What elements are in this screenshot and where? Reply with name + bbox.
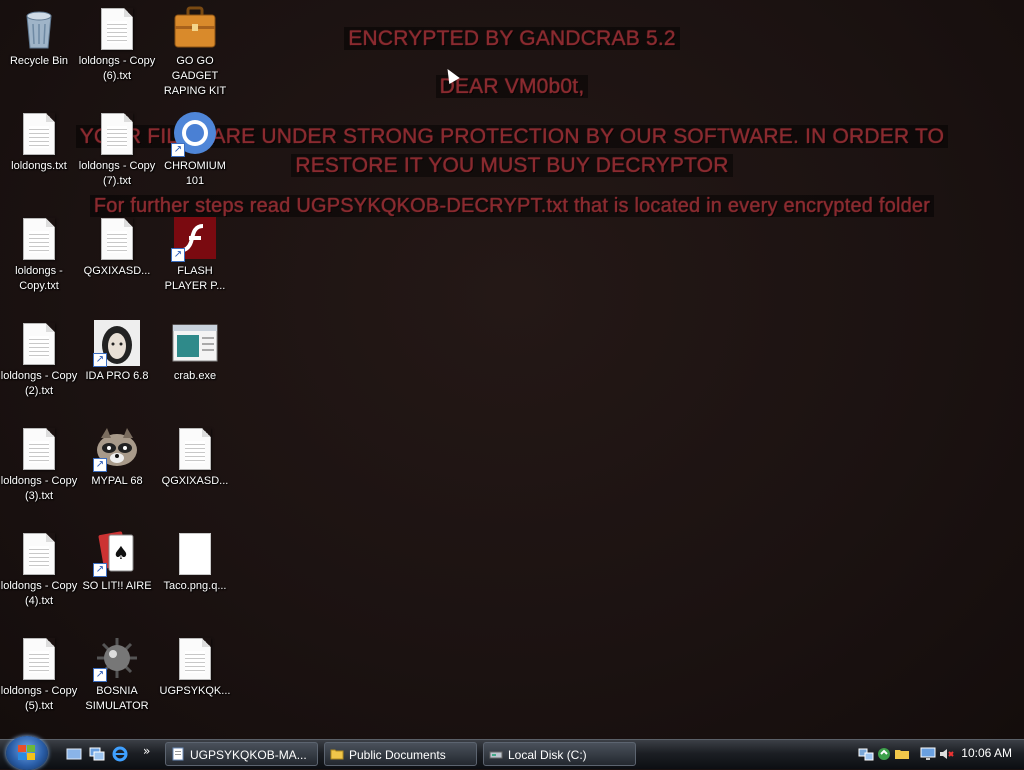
file-loldongs-copy-2[interactable]: loldongs - Copy (2).txt [0,315,78,399]
ida-pro-icon: ↗ [93,319,141,367]
file-label: QGXIXASD... [161,475,229,487]
shortcut-arrow-icon: ↗ [171,248,185,262]
file-label: loldongs - Copy (4).txt [0,580,78,607]
network-icon[interactable] [858,746,874,762]
file-label: loldongs - Copy (6).txt [78,55,156,82]
blank-file-icon [171,529,219,577]
text-file-icon [93,4,141,52]
file-loldongs-copy-4[interactable]: loldongs - Copy (4).txt [0,525,78,609]
recycle-bin-shortcut[interactable]: Recycle Bin [0,0,78,69]
ransom-message-line2: RESTORE IT YOU MUST BUY DECRYPTOR [291,154,733,177]
mine-icon: ↗ [93,634,141,682]
shortcut-arrow-icon: ↗ [93,353,107,367]
application-window-icon [171,319,219,367]
shortcut-arrow-icon: ↗ [93,563,107,577]
file-loldongs-copy-5[interactable]: loldongs - Copy (5).txt [0,630,78,714]
mypal-shortcut[interactable]: ↗ MYPAL 68 [78,420,156,489]
bosnia-simulator-shortcut[interactable]: ↗ BOSNIA SIMULATOR [78,630,156,714]
internet-explorer-icon[interactable] [112,746,128,762]
taskbar-button-label: Local Disk (C:) [508,748,587,762]
taskbar-button-local-disk[interactable]: Local Disk (C:) [483,742,636,766]
quick-launch-more-button[interactable]: » [143,744,150,758]
file-label: loldongs.txt [11,160,67,172]
show-desktop-icon[interactable] [66,746,82,762]
file-label: loldongs - Copy (3).txt [0,475,78,502]
bosnia-simulator-label: BOSNIA SIMULATOR [85,685,149,712]
recycle-bin-label: Recycle Bin [9,55,69,67]
text-file-icon [15,109,63,157]
flash-icon: ↗ [171,214,219,262]
gogo-gadget-folder[interactable]: GO GO GADGET RAPING KIT [156,0,234,99]
taskbar-button-label: Public Documents [349,748,446,762]
shortcut-arrow-icon: ↗ [171,143,185,157]
start-button[interactable] [6,736,48,770]
raccoon-icon: ↗ [93,424,141,472]
flash-player-label: FLASH PLAYER P... [164,265,226,292]
file-qgxixasd-2[interactable]: QGXIXASD... [156,420,234,489]
drive-icon [489,751,503,759]
text-file-icon [93,109,141,157]
volume-muted-icon[interactable] [938,746,954,762]
sync-icon[interactable] [876,746,892,762]
file-label: loldongs - Copy (2).txt [0,370,78,397]
taskbar-button-notepad[interactable]: UGPSYKQKOB-MA... [165,742,318,766]
svg-text:♠: ♠ [113,543,129,564]
taskbar: » UGPSYKQKOB-MA... Public Documents Loca… [0,736,1024,770]
chromium-shortcut[interactable]: ↗ CHROMIUM 101 [156,105,234,189]
file-label: loldongs - Copy (7).txt [78,160,156,187]
file-loldongs[interactable]: loldongs.txt [0,105,78,174]
file-label: Taco.png.q... [163,580,227,592]
text-file-icon [171,424,219,472]
monitor-icon[interactable] [920,746,936,762]
crab-exe[interactable]: crab.exe [156,315,234,384]
playing-cards-icon: ♠ ↗ [93,529,141,577]
desktop[interactable]: ENCRYPTED BY GANDCRAB 5.2 DEAR VM0b0t, Y… [0,0,1024,739]
solitaire-shortcut[interactable]: ♠ ↗ SO LIT!! AIRE [78,525,156,594]
file-loldongs-copy-6[interactable]: loldongs - Copy (6).txt [78,0,156,84]
text-file-icon [171,634,219,682]
flash-player-shortcut[interactable]: ↗ FLASH PLAYER P... [156,210,234,294]
ida-pro-label: IDA PRO 6.8 [85,370,149,382]
shortcut-arrow-icon: ↗ [93,668,107,682]
shortcut-arrow-icon: ↗ [93,458,107,472]
taskbar-button-label: UGPSYKQKOB-MA... [190,748,307,762]
file-taco[interactable]: Taco.png.q... [156,525,234,594]
solitaire-label: SO LIT!! AIRE [82,580,152,592]
file-label: loldongs - Copy.txt [15,265,63,292]
folder-tray-icon[interactable] [894,746,910,762]
crab-exe-label: crab.exe [173,370,217,382]
text-file-icon [93,214,141,262]
text-file-icon [15,319,63,367]
taskbar-button-public-documents[interactable]: Public Documents [324,742,477,766]
file-qgxixasd-1[interactable]: QGXIXASD... [78,210,156,279]
chromium-icon: ↗ [171,109,219,157]
folder-icon [330,749,344,760]
text-file-icon [15,214,63,262]
file-label: UGPSYKQK... [159,685,231,697]
chromium-label: CHROMIUM 101 [164,160,226,187]
clock[interactable]: 10:06 AM [961,746,1012,760]
text-file-icon [15,529,63,577]
briefcase-icon [171,4,219,52]
file-loldongs-copy[interactable]: loldongs - Copy.txt [0,210,78,294]
system-tray: 10:06 AM [854,740,1024,769]
file-ugpsykqk[interactable]: UGPSYKQK... [156,630,234,699]
notepad-icon [172,747,184,761]
gogo-gadget-label: GO GO GADGET RAPING KIT [163,55,227,97]
file-label: loldongs - Copy (5).txt [0,685,78,712]
windows-logo-icon [18,745,36,761]
file-loldongs-copy-7[interactable]: loldongs - Copy (7).txt [78,105,156,189]
text-file-icon [15,634,63,682]
recycle-bin-icon [15,4,63,52]
ida-pro-shortcut[interactable]: ↗ IDA PRO 6.8 [78,315,156,384]
mypal-label: MYPAL 68 [91,475,143,487]
file-loldongs-copy-3[interactable]: loldongs - Copy (3).txt [0,420,78,504]
text-file-icon [15,424,63,472]
switch-windows-icon[interactable] [89,746,105,762]
file-label: QGXIXASD... [83,265,151,277]
